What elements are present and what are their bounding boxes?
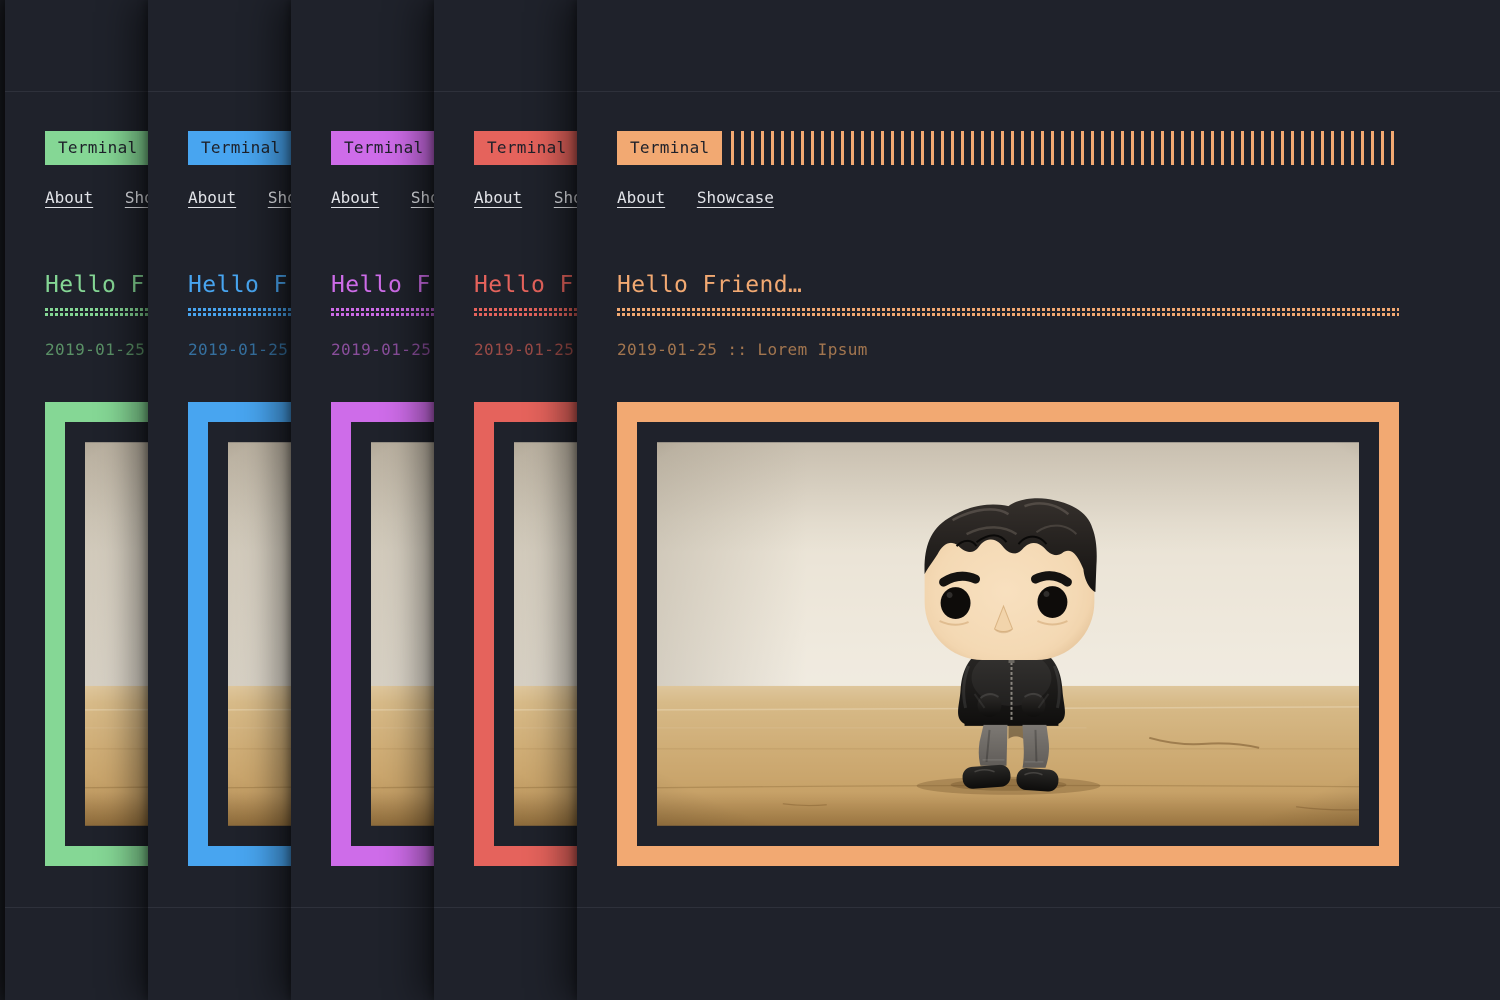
main-nav: About Showcase bbox=[617, 188, 1399, 209]
nav-link-about[interactable]: About bbox=[331, 188, 379, 207]
nav-link-about[interactable]: About bbox=[45, 188, 93, 207]
dotted-divider bbox=[617, 308, 1399, 316]
post-title: Hello Friend… bbox=[617, 273, 1399, 297]
theme-panel-orange[interactable]: Terminal About Showcase Hello Friend… 20… bbox=[577, 0, 1500, 1000]
nav-link-about[interactable]: About bbox=[474, 188, 522, 207]
site-logo[interactable]: Terminal bbox=[45, 131, 150, 165]
header-divider bbox=[577, 91, 1500, 92]
nav-link-about[interactable]: About bbox=[188, 188, 236, 207]
cascading-theme-previews: Terminal About Showcase Hello Friend… 20… bbox=[0, 0, 1500, 1000]
post-image-frame bbox=[617, 402, 1399, 866]
site-logo[interactable]: Terminal bbox=[331, 131, 436, 165]
funko-figure-photo bbox=[657, 442, 1359, 826]
post-meta: 2019-01-25 :: Lorem Ipsum bbox=[617, 341, 1399, 358]
nav-link-about[interactable]: About bbox=[617, 188, 665, 207]
nav-link-showcase[interactable]: Showcase bbox=[697, 188, 774, 207]
footer-divider bbox=[577, 907, 1500, 908]
site-logo[interactable]: Terminal bbox=[617, 131, 722, 165]
site-logo[interactable]: Terminal bbox=[188, 131, 293, 165]
header-stripes-decoration bbox=[731, 131, 1399, 165]
site-logo[interactable]: Terminal bbox=[474, 131, 579, 165]
